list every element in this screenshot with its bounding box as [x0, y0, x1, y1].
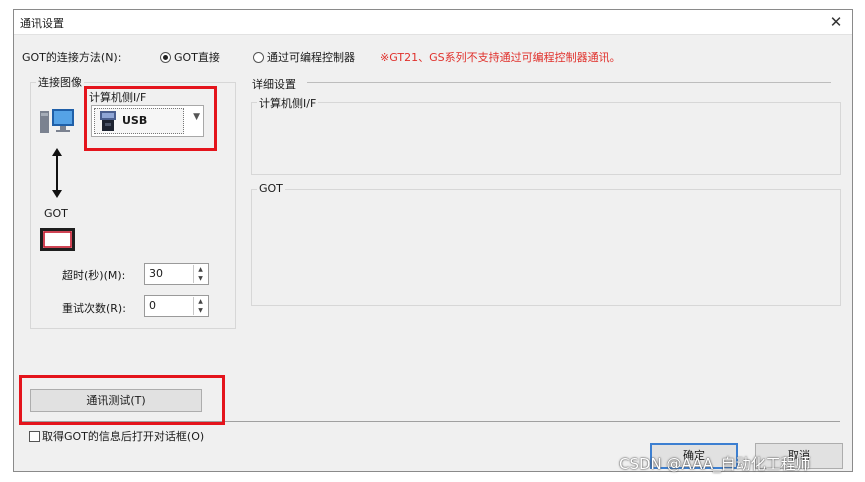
- detail-got-group: [251, 189, 841, 306]
- radio-via-plc[interactable]: 通过可编程控制器: [253, 49, 355, 65]
- detail-settings-label: 详细设置: [252, 78, 296, 91]
- timeout-label: 超时(秒)(M):: [62, 269, 126, 282]
- checkbox-icon: [29, 431, 40, 442]
- computer-icon: [40, 109, 74, 133]
- highlight-box-pc-interface: [84, 86, 217, 151]
- highlight-box-communication-test: [19, 375, 225, 425]
- got-device-icon: [40, 228, 75, 251]
- detail-settings-separator: [307, 82, 831, 83]
- warning-text: ※GT21、GS系列不支持通过可编程控制器通讯。: [380, 51, 621, 64]
- window-title: 通讯设置: [20, 17, 64, 30]
- timeout-value: 30: [149, 267, 163, 280]
- spin-down-icon[interactable]: ▼: [194, 306, 207, 315]
- retry-value: 0: [149, 299, 156, 312]
- timeout-spin-buttons[interactable]: ▲ ▼: [193, 265, 207, 283]
- radio-got-direct[interactable]: GOT直接: [160, 49, 220, 65]
- open-dialog-after-got-info-label: 取得GOT的信息后打开对话框(O): [42, 430, 205, 443]
- title-bar: 通讯设置 ✕: [14, 10, 852, 35]
- watermark-text: CSDN @AAA_自动化工程师: [619, 455, 811, 473]
- retry-spinbox[interactable]: 0 ▲ ▼: [144, 295, 209, 317]
- detail-pc-interface-label: 计算机侧I/F: [257, 95, 319, 111]
- double-arrow-icon: [52, 148, 62, 198]
- open-dialog-after-got-info-checkbox[interactable]: 取得GOT的信息后打开对话框(O): [29, 428, 204, 444]
- connection-method-label: GOT的连接方法(N):: [22, 51, 122, 64]
- retry-spin-buttons[interactable]: ▲ ▼: [193, 297, 207, 315]
- radio-via-plc-label: 通过可编程控制器: [267, 51, 355, 64]
- timeout-spinbox[interactable]: 30 ▲ ▼: [144, 263, 209, 285]
- radio-got-direct-label: GOT直接: [174, 51, 220, 64]
- detail-pc-interface-group: [251, 102, 841, 175]
- radio-selected-icon: [160, 52, 171, 63]
- got-label: GOT: [44, 207, 68, 220]
- spin-up-icon[interactable]: ▲: [194, 297, 207, 306]
- close-icon[interactable]: ✕: [826, 12, 846, 32]
- radio-unselected-icon: [253, 52, 264, 63]
- connection-image-label: 连接图像: [36, 74, 84, 90]
- spin-down-icon[interactable]: ▼: [194, 274, 207, 283]
- detail-got-label: GOT: [257, 182, 285, 195]
- spin-up-icon[interactable]: ▲: [194, 265, 207, 274]
- retry-label: 重试次数(R):: [62, 302, 126, 315]
